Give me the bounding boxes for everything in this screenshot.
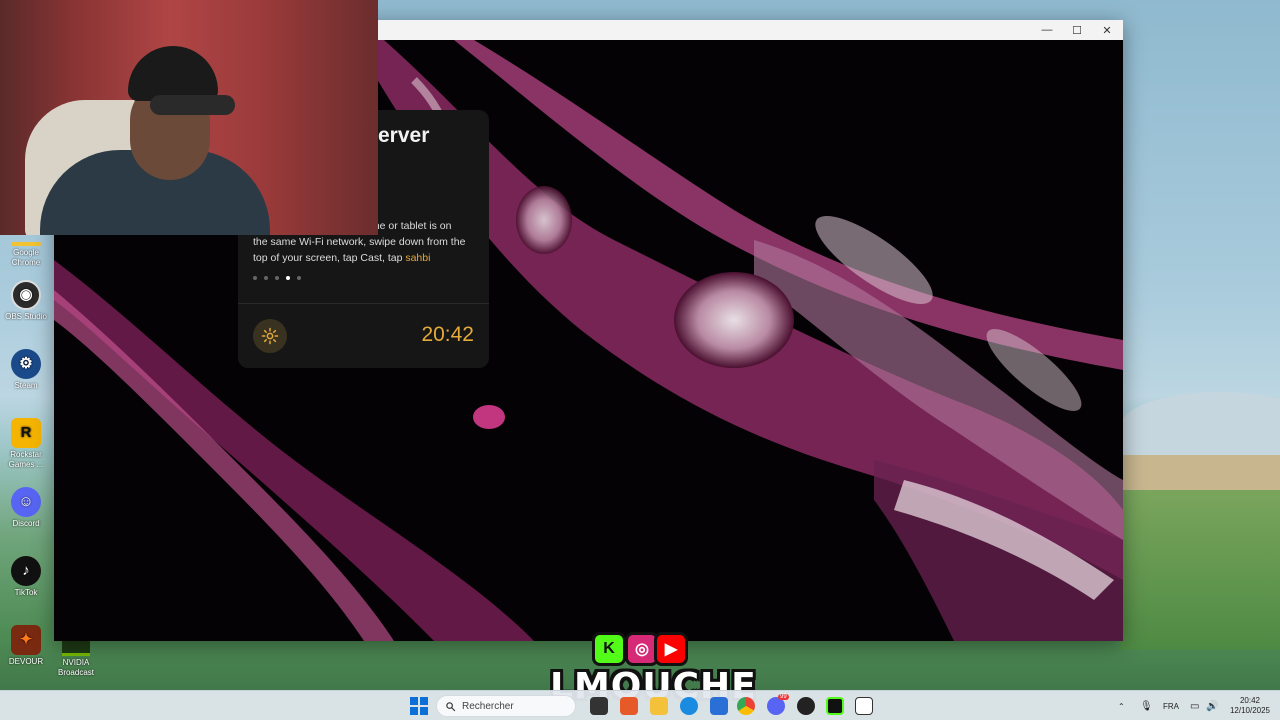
webcam-overlay	[0, 0, 378, 235]
desktop-icon-tiktok[interactable]: ♪ TikTok	[2, 556, 50, 598]
taskbar-time: 20:42	[1239, 696, 1261, 705]
gear-icon	[261, 327, 279, 345]
devour-icon: ✦	[11, 625, 41, 655]
taskbar-clock[interactable]: 20:42 12/10/2025	[1226, 696, 1274, 716]
start-button[interactable]	[410, 697, 428, 715]
taskbar: Rechercher 99 ⌃ 🎙 FRA ▭ 🔊 20:42 12/10/20…	[0, 690, 1280, 720]
edge-icon[interactable]	[680, 697, 698, 715]
search-placeholder: Rechercher	[462, 700, 514, 712]
instruction-text: top of your screen, tap Cast, tap	[253, 252, 406, 264]
webcam-cap	[128, 46, 218, 101]
windows-logo-icon	[420, 707, 428, 715]
taskbar-app-icon[interactable]	[590, 697, 608, 715]
taskbar-app-icon[interactable]	[710, 697, 728, 715]
desktop-icon-label: DEVOUR	[8, 657, 44, 666]
page-dot[interactable]	[264, 276, 268, 280]
desktop-icon-discord[interactable]: ☺ Discord	[2, 487, 50, 529]
taskbar-app-icon[interactable]	[620, 697, 638, 715]
obs-icon: ◉	[11, 280, 41, 310]
desktop-icon-label: Steam	[14, 381, 38, 390]
card-clock: 20:42	[421, 323, 474, 346]
chevron-up-icon: ⌃	[1118, 701, 1125, 711]
chrome-icon	[11, 242, 41, 246]
close-button[interactable]: ✕	[1092, 20, 1122, 40]
desktop-icon-nvidia-broadcast[interactable]: NVIDIA Broadcast	[56, 638, 96, 678]
desktop-icon-label: Rockstar Games ...	[8, 450, 44, 469]
wallpaper-mountain	[1120, 392, 1280, 462]
webcam-cap-visor	[150, 95, 235, 115]
page-dot[interactable]	[253, 276, 257, 280]
desktop-icon-devour[interactable]: ✦ DEVOUR	[2, 625, 50, 667]
desktop-icon-obs[interactable]: ◉ OBS Studio	[2, 280, 50, 322]
kick-icon: K	[592, 632, 626, 666]
youtube-icon: ▶	[654, 632, 688, 666]
tiktok-icon: ♪	[11, 556, 41, 586]
discord-icon: ☺	[11, 487, 41, 517]
obs-icon[interactable]	[797, 697, 815, 715]
desktop-icon-label: Google Chrome	[11, 248, 41, 267]
desktop-icon-steam[interactable]: ⚙ Steam	[2, 349, 50, 391]
discord-notification-badge: 99	[778, 694, 789, 700]
microphone-icon[interactable]: 🎙	[1140, 691, 1153, 720]
wallpaper-grass	[1120, 490, 1280, 650]
page-dot[interactable]	[297, 276, 301, 280]
search-icon	[446, 701, 456, 711]
desktop-icon-label: NVIDIA Broadcast	[57, 658, 95, 677]
desktop-icon-label: OBS Studio	[5, 312, 47, 321]
desktop-icon-chrome[interactable]: Google Chrome	[2, 242, 50, 268]
rockstar-icon: R	[11, 418, 41, 448]
pagination-dots	[253, 276, 301, 280]
page-dot[interactable]	[275, 276, 279, 280]
device-name: sahbi	[405, 252, 431, 264]
card-title: erver	[378, 124, 430, 147]
show-hidden-icons[interactable]: ⌃	[1118, 691, 1125, 720]
desktop-icon-label: TikTok	[14, 588, 38, 597]
windows-logo-icon	[420, 697, 428, 705]
settings-button[interactable]	[253, 319, 287, 353]
wallpaper-field	[1120, 455, 1280, 495]
windows-logo-icon	[410, 707, 418, 715]
volume-icon[interactable]: 🔊	[1206, 691, 1218, 720]
chrome-icon[interactable]	[737, 697, 755, 715]
desktop-icon-label: Discord	[12, 519, 40, 528]
language-indicator[interactable]: FRA	[1163, 691, 1179, 720]
page-dot-active[interactable]	[286, 276, 290, 280]
steam-icon: ⚙	[11, 349, 41, 379]
maximize-button[interactable]: ☐	[1062, 20, 1092, 40]
windows-logo-icon	[410, 697, 418, 705]
instruction-line: top of your screen, tap Cast, tap sahbi	[253, 250, 478, 266]
network-icon[interactable]: ▭	[1190, 691, 1199, 720]
card-divider	[238, 303, 489, 304]
taskbar-search[interactable]: Rechercher	[436, 695, 576, 717]
file-explorer-icon[interactable]	[650, 697, 668, 715]
minimize-button[interactable]: —	[1032, 20, 1062, 40]
taskbar-date: 12/10/2025	[1229, 706, 1271, 715]
instruction-line: the same Wi-Fi network, swipe down from …	[253, 236, 466, 248]
taskbar-app-icon[interactable]	[855, 697, 873, 715]
desktop-icon-rockstar[interactable]: R Rockstar Games ...	[2, 418, 50, 470]
taskbar-app-icon[interactable]	[826, 697, 844, 715]
